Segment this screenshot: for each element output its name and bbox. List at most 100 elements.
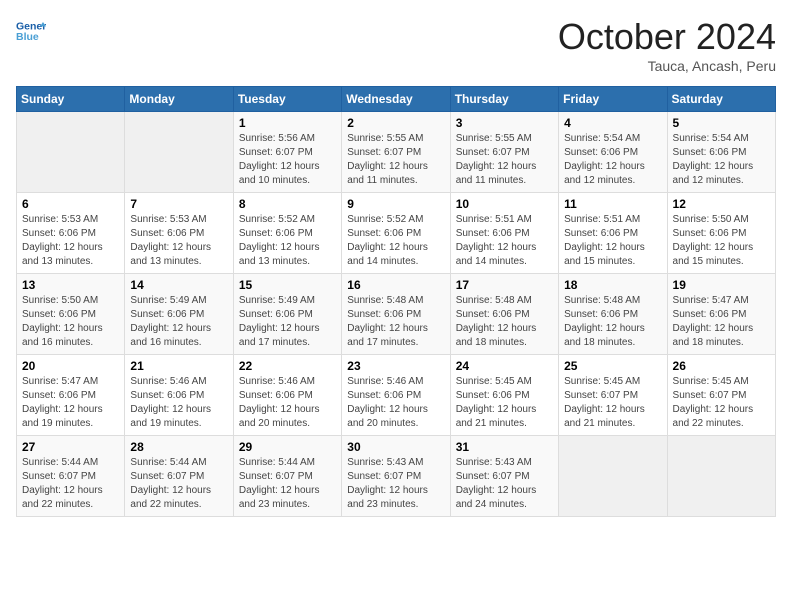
day-number: 12 bbox=[673, 197, 770, 211]
day-info: Sunrise: 5:46 AM Sunset: 6:06 PM Dayligh… bbox=[239, 375, 336, 431]
day-number: 7 bbox=[130, 197, 227, 211]
svg-text:Blue: Blue bbox=[16, 31, 39, 43]
day-info: Sunrise: 5:55 AM Sunset: 6:07 PM Dayligh… bbox=[456, 132, 553, 188]
calendar-cell bbox=[559, 436, 667, 517]
day-number: 31 bbox=[456, 440, 553, 454]
calendar-cell: 13Sunrise: 5:50 AM Sunset: 6:06 PM Dayli… bbox=[17, 274, 125, 355]
day-info: Sunrise: 5:54 AM Sunset: 6:06 PM Dayligh… bbox=[673, 132, 770, 188]
day-number: 1 bbox=[239, 116, 336, 130]
calendar-cell: 24Sunrise: 5:45 AM Sunset: 6:06 PM Dayli… bbox=[450, 355, 558, 436]
day-number: 23 bbox=[347, 359, 444, 373]
day-number: 14 bbox=[130, 278, 227, 292]
page-header: General Blue October 2024 Tauca, Ancash,… bbox=[16, 16, 776, 74]
calendar-cell: 26 Sunrise: 5:45 AM Sunset: 6:07 PM Dayli… bbox=[667, 355, 775, 436]
day-number: 3 bbox=[456, 116, 553, 130]
calendar-cell: 22 Sunrise: 5:46 AM Sunset: 6:06 PM Dayli… bbox=[233, 355, 341, 436]
day-info: Sunrise: 5:52 AM Sunset: 6:06 PM Dayligh… bbox=[239, 213, 336, 269]
day-info: Sunrise: 5:46 AM Sunset: 6:06 PM Dayligh… bbox=[347, 375, 444, 431]
calendar-cell: 7Sunrise: 5:53 AM Sunset: 6:06 PM Daylig… bbox=[125, 193, 233, 274]
day-info: Sunrise: 5:56 AM Sunset: 6:07 PM Dayligh… bbox=[239, 132, 336, 188]
day-number: 19 bbox=[673, 278, 770, 292]
day-number: 8 bbox=[239, 197, 336, 211]
day-number: 5 bbox=[673, 116, 770, 130]
day-number: 20 bbox=[22, 359, 119, 373]
day-number: 21 bbox=[130, 359, 227, 373]
day-number: 13 bbox=[22, 278, 119, 292]
weekday-header-wednesday: Wednesday bbox=[342, 87, 450, 112]
calendar-cell: 9 Sunrise: 5:52 AM Sunset: 6:06 PM Daylig… bbox=[342, 193, 450, 274]
day-number: 11 bbox=[564, 197, 661, 211]
day-number: 27 bbox=[22, 440, 119, 454]
logo: General Blue bbox=[16, 16, 46, 46]
day-info: Sunrise: 5:47 AM Sunset: 6:06 PM Dayligh… bbox=[673, 294, 770, 350]
calendar-cell: 11 Sunrise: 5:51 AM Sunset: 6:06 PM Dayli… bbox=[559, 193, 667, 274]
day-number: 18 bbox=[564, 278, 661, 292]
calendar-cell: 5 Sunrise: 5:54 AM Sunset: 6:06 PM Daylig… bbox=[667, 112, 775, 193]
calendar-cell: 12Sunrise: 5:50 AM Sunset: 6:06 PM Dayli… bbox=[667, 193, 775, 274]
location: Tauca, Ancash, Peru bbox=[558, 58, 776, 74]
title-block: October 2024 Tauca, Ancash, Peru bbox=[558, 16, 776, 74]
day-number: 29 bbox=[239, 440, 336, 454]
calendar-cell bbox=[125, 112, 233, 193]
calendar-cell: 30 Sunrise: 5:43 AM Sunset: 6:07 PM Dayli… bbox=[342, 436, 450, 517]
calendar-cell: 20 Sunrise: 5:47 AM Sunset: 6:06 PM Dayli… bbox=[17, 355, 125, 436]
day-info: Sunrise: 5:45 AM Sunset: 6:06 PM Dayligh… bbox=[456, 375, 553, 431]
calendar-cell: 23 Sunrise: 5:46 AM Sunset: 6:06 PM Dayli… bbox=[342, 355, 450, 436]
calendar-cell: 29Sunrise: 5:44 AM Sunset: 6:07 PM Dayli… bbox=[233, 436, 341, 517]
day-number: 30 bbox=[347, 440, 444, 454]
logo-icon: General Blue bbox=[16, 16, 46, 46]
calendar-cell: 15 Sunrise: 5:49 AM Sunset: 6:06 PM Dayli… bbox=[233, 274, 341, 355]
day-number: 22 bbox=[239, 359, 336, 373]
calendar-cell: 28 Sunrise: 5:44 AM Sunset: 6:07 PM Dayli… bbox=[125, 436, 233, 517]
day-info: Sunrise: 5:54 AM Sunset: 6:06 PM Dayligh… bbox=[564, 132, 661, 188]
day-info: Sunrise: 5:43 AM Sunset: 6:07 PM Dayligh… bbox=[456, 456, 553, 512]
day-number: 2 bbox=[347, 116, 444, 130]
day-info: Sunrise: 5:47 AM Sunset: 6:06 PM Dayligh… bbox=[22, 375, 119, 431]
day-info: Sunrise: 5:52 AM Sunset: 6:06 PM Dayligh… bbox=[347, 213, 444, 269]
day-number: 17 bbox=[456, 278, 553, 292]
day-number: 15 bbox=[239, 278, 336, 292]
weekday-header-friday: Friday bbox=[559, 87, 667, 112]
day-info: Sunrise: 5:48 AM Sunset: 6:06 PM Dayligh… bbox=[347, 294, 444, 350]
day-info: Sunrise: 5:43 AM Sunset: 6:07 PM Dayligh… bbox=[347, 456, 444, 512]
weekday-header-tuesday: Tuesday bbox=[233, 87, 341, 112]
day-info: Sunrise: 5:55 AM Sunset: 6:07 PM Dayligh… bbox=[347, 132, 444, 188]
day-number: 28 bbox=[130, 440, 227, 454]
day-info: Sunrise: 5:46 AM Sunset: 6:06 PM Dayligh… bbox=[130, 375, 227, 431]
month-title: October 2024 bbox=[558, 16, 776, 58]
calendar-cell: 25Sunrise: 5:45 AM Sunset: 6:07 PM Dayli… bbox=[559, 355, 667, 436]
calendar-cell: 8 Sunrise: 5:52 AM Sunset: 6:06 PM Daylig… bbox=[233, 193, 341, 274]
calendar-cell: 1 Sunrise: 5:56 AM Sunset: 6:07 PM Daylig… bbox=[233, 112, 341, 193]
weekday-header-saturday: Saturday bbox=[667, 87, 775, 112]
calendar-cell: 3 Sunrise: 5:55 AM Sunset: 6:07 PM Daylig… bbox=[450, 112, 558, 193]
day-info: Sunrise: 5:51 AM Sunset: 6:06 PM Dayligh… bbox=[564, 213, 661, 269]
day-number: 9 bbox=[347, 197, 444, 211]
day-number: 10 bbox=[456, 197, 553, 211]
calendar-cell bbox=[17, 112, 125, 193]
day-info: Sunrise: 5:49 AM Sunset: 6:06 PM Dayligh… bbox=[130, 294, 227, 350]
calendar-cell: 4 Sunrise: 5:54 AM Sunset: 6:06 PM Daylig… bbox=[559, 112, 667, 193]
weekday-header-thursday: Thursday bbox=[450, 87, 558, 112]
calendar-cell: 17Sunrise: 5:48 AM Sunset: 6:06 PM Dayli… bbox=[450, 274, 558, 355]
day-number: 4 bbox=[564, 116, 661, 130]
calendar-cell: 18 Sunrise: 5:48 AM Sunset: 6:06 PM Dayli… bbox=[559, 274, 667, 355]
day-info: Sunrise: 5:48 AM Sunset: 6:06 PM Dayligh… bbox=[564, 294, 661, 350]
day-info: Sunrise: 5:44 AM Sunset: 6:07 PM Dayligh… bbox=[130, 456, 227, 512]
calendar-cell: 16 Sunrise: 5:48 AM Sunset: 6:06 PM Dayli… bbox=[342, 274, 450, 355]
day-number: 25 bbox=[564, 359, 661, 373]
calendar-cell: 31 Sunrise: 5:43 AM Sunset: 6:07 PM Dayli… bbox=[450, 436, 558, 517]
weekday-header-sunday: Sunday bbox=[17, 87, 125, 112]
day-info: Sunrise: 5:44 AM Sunset: 6:07 PM Dayligh… bbox=[22, 456, 119, 512]
day-info: Sunrise: 5:49 AM Sunset: 6:06 PM Dayligh… bbox=[239, 294, 336, 350]
day-info: Sunrise: 5:45 AM Sunset: 6:07 PM Dayligh… bbox=[673, 375, 770, 431]
calendar-cell: 10 Sunrise: 5:51 AM Sunset: 6:06 PM Dayli… bbox=[450, 193, 558, 274]
calendar-cell: 6 Sunrise: 5:53 AM Sunset: 6:06 PM Daylig… bbox=[17, 193, 125, 274]
calendar-cell: 14 Sunrise: 5:49 AM Sunset: 6:06 PM Dayli… bbox=[125, 274, 233, 355]
day-info: Sunrise: 5:53 AM Sunset: 6:06 PM Dayligh… bbox=[22, 213, 119, 269]
day-info: Sunrise: 5:51 AM Sunset: 6:06 PM Dayligh… bbox=[456, 213, 553, 269]
day-number: 16 bbox=[347, 278, 444, 292]
calendar-cell: 2 Sunrise: 5:55 AM Sunset: 6:07 PM Daylig… bbox=[342, 112, 450, 193]
calendar-cell bbox=[667, 436, 775, 517]
day-number: 26 bbox=[673, 359, 770, 373]
day-number: 6 bbox=[22, 197, 119, 211]
